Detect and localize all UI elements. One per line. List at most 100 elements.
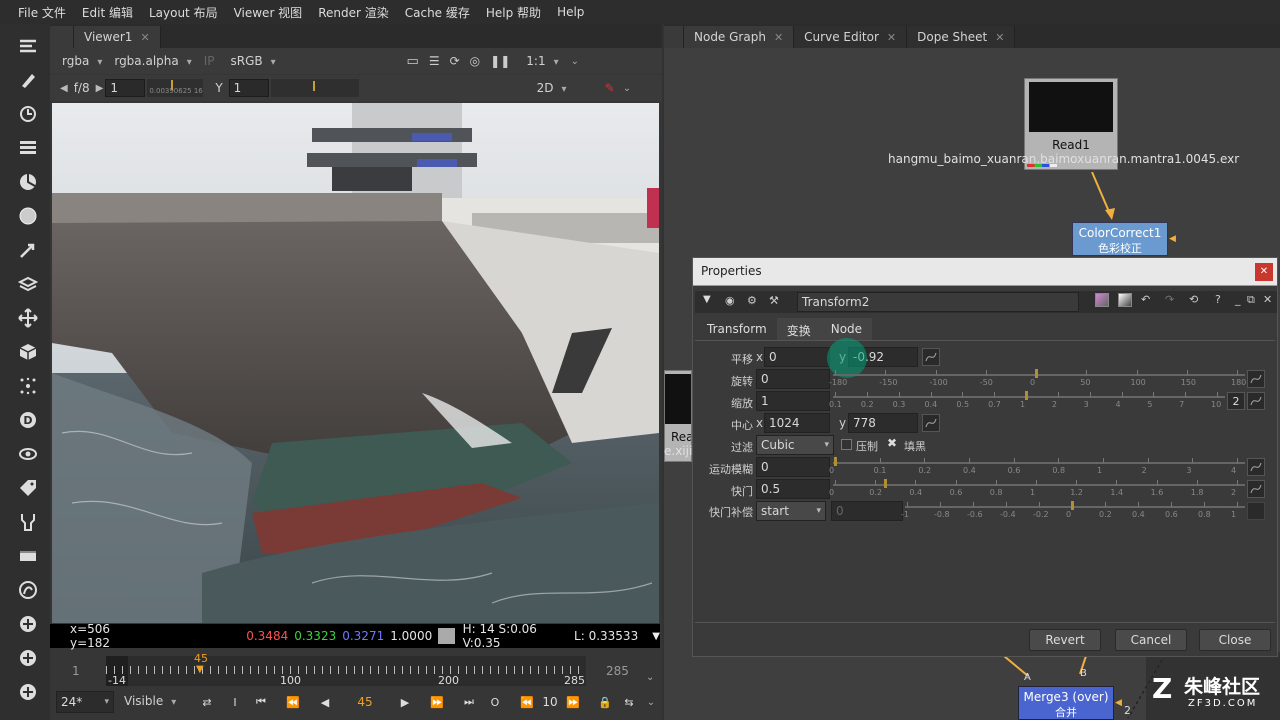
center-x-input[interactable]: 1024 xyxy=(764,413,830,433)
plugin-tool-icon-2[interactable] xyxy=(16,646,40,670)
nodegraph-pane-menu[interactable] xyxy=(664,26,684,48)
viewer-image[interactable] xyxy=(52,103,659,623)
redo-icon[interactable]: ↷ xyxy=(1165,293,1174,306)
translate-x-input[interactable]: 0 xyxy=(764,347,830,367)
transform-tool-icon[interactable] xyxy=(16,306,40,330)
minimize-icon[interactable]: _ xyxy=(1235,293,1241,306)
shutter-slider-knob[interactable] xyxy=(884,479,888,488)
gain-input[interactable]: 1 xyxy=(105,79,146,97)
black-outside-check-icon[interactable]: ✖ xyxy=(887,436,897,450)
tab-viewer1[interactable]: Viewer1 ✕ xyxy=(74,26,161,48)
deep-tool-icon[interactable]: D xyxy=(16,408,40,432)
plugin-tool-icon-1[interactable] xyxy=(16,612,40,636)
merge-tool-icon[interactable] xyxy=(16,272,40,296)
lock-icon[interactable]: 🔒 xyxy=(594,691,616,713)
menu-file[interactable]: File 文件 xyxy=(10,4,74,21)
scale-curve-icon[interactable] xyxy=(1247,392,1265,410)
node-color-icon[interactable]: ⚙ xyxy=(747,294,757,307)
scale-input[interactable]: 1 xyxy=(756,391,830,411)
close-icon[interactable]: ✕ xyxy=(995,31,1004,44)
fstop-left-icon[interactable]: ◀ xyxy=(60,83,68,94)
fps-dropdown[interactable]: 24* ▾ xyxy=(56,691,114,713)
help-icon[interactable]: ? xyxy=(1215,293,1221,306)
time-tool-icon[interactable] xyxy=(16,102,40,126)
shutter-offset-slider[interactable]: -1 -0.8 -0.6 -0.4 -0.2 0 0.2 0.4 0.6 0.8 1 xyxy=(901,501,1245,521)
collapse-icon[interactable]: ▼ xyxy=(703,294,711,305)
sync-icon[interactable]: ⇆ xyxy=(618,691,640,713)
menu-viewer[interactable]: Viewer 视图 xyxy=(226,4,311,21)
node-settings-icon[interactable]: ⚒ xyxy=(769,294,779,307)
other-tool-icon[interactable] xyxy=(16,544,40,568)
current-frame-input[interactable]: 45 xyxy=(350,691,380,713)
image-tool-icon[interactable] xyxy=(16,34,40,58)
close-button[interactable]: Close xyxy=(1199,629,1271,651)
colorspace-dropdown[interactable]: sRGB xyxy=(225,54,289,68)
filter-tool-icon[interactable] xyxy=(16,204,40,228)
shutter-offset-dropdown[interactable]: start ▾ xyxy=(756,501,826,521)
merge3-node[interactable]: Merge3 (over) 合并 xyxy=(1018,686,1114,720)
step-back-icon[interactable]: ⏪ xyxy=(516,691,538,713)
menu-render[interactable]: Render 渲染 xyxy=(310,4,397,21)
shutter-offset-curve-icon[interactable] xyxy=(1247,502,1265,520)
step-increment-input[interactable]: 10 xyxy=(538,691,562,713)
motionblur-slider-knob[interactable] xyxy=(834,457,837,466)
keyer-tool-icon[interactable] xyxy=(16,238,40,262)
shutter-offset-slider-knob[interactable] xyxy=(1071,501,1074,510)
close-icon[interactable]: ✕ xyxy=(140,31,149,44)
node-font-color-icon[interactable] xyxy=(1118,293,1132,307)
channel-tool-icon[interactable] xyxy=(16,136,40,160)
last-frame-icon[interactable]: ⏭ xyxy=(458,691,480,713)
menu-help-cn[interactable]: Help 帮助 xyxy=(478,4,549,21)
cancel-button[interactable]: Cancel xyxy=(1115,629,1187,651)
play-backward-icon[interactable]: ◀ xyxy=(314,691,336,713)
status-menu-icon[interactable]: ▼ xyxy=(652,631,660,642)
close-node-icon[interactable]: ✕ xyxy=(1263,293,1272,306)
in-point-button[interactable]: I xyxy=(224,691,246,713)
paint-icon[interactable]: ✎ xyxy=(605,81,615,95)
gain-slider[interactable]: 0.00390625 164 xyxy=(147,79,204,97)
tab-node[interactable]: Node xyxy=(820,318,873,340)
views-tool-icon[interactable] xyxy=(16,442,40,466)
out-point-button[interactable]: O xyxy=(484,691,506,713)
prev-keyframe-icon[interactable]: ⏪ xyxy=(282,691,304,713)
node-tile-color-icon[interactable] xyxy=(1095,293,1109,307)
timeline-chevron-icon[interactable]: ⌄ xyxy=(646,672,654,683)
revert-icon[interactable]: ⟲ xyxy=(1189,293,1198,306)
node-name-field[interactable]: Transform2 xyxy=(797,292,1079,312)
rotate-curve-icon[interactable] xyxy=(1247,370,1265,388)
revert-button[interactable]: Revert xyxy=(1029,629,1101,651)
pause-icon[interactable]: ❚❚ xyxy=(490,54,510,68)
visible-dropdown[interactable]: Visible xyxy=(118,694,182,708)
next-keyframe-icon[interactable]: ⏩ xyxy=(426,691,448,713)
center-y-input[interactable]: 778 xyxy=(848,413,918,433)
tab-dope-sheet[interactable]: Dope Sheet ✕ xyxy=(907,26,1016,48)
motionblur-slider[interactable]: 0 0.1 0.2 0.4 0.6 0.8 1 2 3 4 xyxy=(829,457,1245,477)
menu-edit[interactable]: Edit 编辑 xyxy=(74,4,141,21)
roi-icon[interactable]: ▭ xyxy=(407,54,419,69)
shutter-curve-icon[interactable] xyxy=(1247,480,1265,498)
center-curve-icon[interactable] xyxy=(922,414,940,432)
gl-icon[interactable]: ◎ xyxy=(470,54,480,68)
tab-curve-editor[interactable]: Curve Editor ✕ xyxy=(794,26,908,48)
fstop-right-icon[interactable]: ▶ xyxy=(96,83,104,94)
motionblur-curve-icon[interactable] xyxy=(1247,458,1265,476)
toolsets-tool-icon[interactable] xyxy=(16,510,40,534)
loop-icon[interactable]: ⇄ xyxy=(196,691,218,713)
furnace-tool-icon[interactable] xyxy=(16,578,40,602)
rotate-slider[interactable]: -180 -150 -100 -50 0 50 100 150 180 xyxy=(829,369,1246,389)
menu-help[interactable]: Help xyxy=(549,5,592,19)
close-icon[interactable]: ✕ xyxy=(887,31,896,44)
undo-icon[interactable]: ↶ xyxy=(1141,293,1150,306)
tab-transform-cn[interactable]: 变换 xyxy=(776,318,821,340)
plugin-tool-icon-3[interactable] xyxy=(16,680,40,704)
scale-slider[interactable]: 0.1 0.2 0.3 0.4 0.5 0.7 1 2 3 4 5 7 10 xyxy=(829,391,1225,411)
play-forward-icon[interactable]: ▶ xyxy=(394,691,416,713)
close-icon[interactable]: ✕ xyxy=(774,31,783,44)
timeline-scrubber[interactable]: -14 100 200 285 45 ▼ xyxy=(106,652,586,687)
alpha-dropdown[interactable]: rgba.alpha xyxy=(108,54,197,68)
tab-node-graph[interactable]: Node Graph ✕ xyxy=(684,26,795,48)
properties-close-icon[interactable]: ✕ xyxy=(1255,263,1273,281)
merge-mask-input-icon[interactable]: ◀ xyxy=(1115,698,1122,708)
menu-cache[interactable]: Cache 缓存 xyxy=(397,4,478,21)
rotate-slider-knob[interactable] xyxy=(1035,369,1038,378)
